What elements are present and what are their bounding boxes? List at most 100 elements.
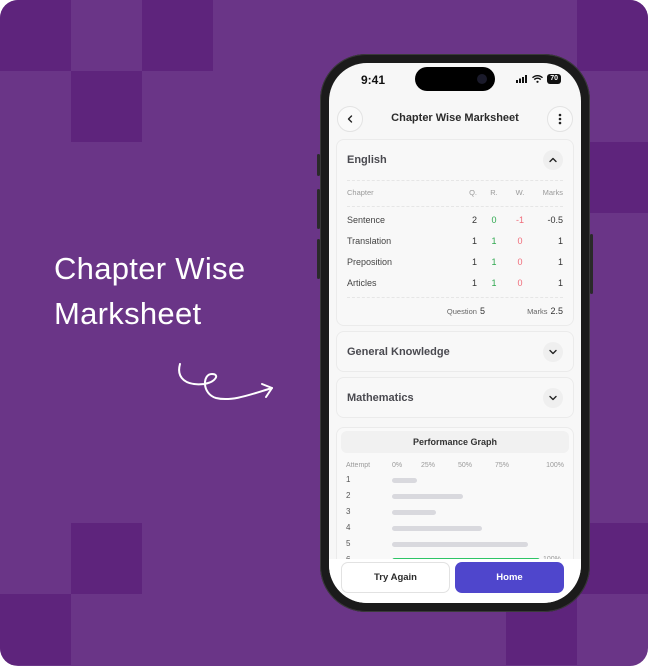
bg-square — [0, 0, 71, 71]
right-count: 1 — [491, 278, 497, 288]
questions-count: 1 — [471, 236, 477, 246]
right-count: 0 — [491, 215, 497, 225]
table-row: Articles 1 1 0 1 — [347, 278, 563, 292]
home-button[interactable]: Home — [455, 562, 564, 593]
subject-card-mathematics[interactable]: Mathematics — [336, 377, 574, 418]
col-w: W. — [515, 188, 525, 197]
axis-tick-label: 50% — [458, 462, 473, 469]
attempt-header: Attempt — [346, 462, 371, 469]
table-header: Chapter Q. R. W. Marks — [347, 188, 563, 202]
total-questions-label: Question — [446, 307, 477, 316]
subject-title: General Knowledge — [347, 346, 450, 358]
attempt-bar — [392, 510, 437, 515]
marks-value: 1 — [557, 257, 563, 267]
subject-title: English — [347, 154, 387, 166]
wrong-count: 0 — [517, 257, 523, 267]
table-row: Sentence 2 0 -1 -0.5 — [347, 215, 563, 229]
questions-count: 2 — [471, 215, 477, 225]
status-bar: 9:41 70 — [329, 63, 581, 99]
bg-square — [71, 71, 142, 142]
right-count: 1 — [491, 257, 497, 267]
marks-value: -0.5 — [547, 215, 563, 225]
bg-square — [577, 0, 648, 71]
bg-square — [71, 523, 142, 594]
subject-card-general-knowledge[interactable]: General Knowledge — [336, 331, 574, 372]
dynamic-island — [415, 67, 495, 91]
phone-side-button — [317, 154, 320, 176]
axis-tick-label: 100% — [546, 462, 564, 469]
phone-screen: 9:41 70 Chapter Wise Marksheet English C… — [329, 63, 581, 603]
questions-count: 1 — [471, 257, 477, 267]
wrong-count: -1 — [515, 215, 524, 225]
right-count: 1 — [491, 236, 497, 246]
attempt-label: 4 — [346, 523, 351, 532]
wifi-icon — [532, 75, 544, 83]
divider — [347, 206, 563, 207]
battery-icon: 70 — [547, 74, 561, 84]
axis-tick-label: 25% — [421, 462, 436, 469]
headline-line-1: Chapter Wise — [54, 251, 246, 286]
curly-arrow-icon — [178, 363, 273, 400]
chapter-name: Sentence — [347, 215, 386, 225]
divider — [347, 297, 563, 298]
promo-canvas: Chapter Wise Marksheet 9:41 70 Chapter W… — [0, 0, 648, 666]
axis-tick-label: 75% — [495, 462, 510, 469]
total-marks-value: 2.5 — [550, 306, 563, 316]
col-chapter: Chapter — [347, 188, 374, 197]
signal-icon — [516, 75, 528, 83]
bg-square — [142, 0, 213, 71]
phone-frame: 9:41 70 Chapter Wise Marksheet English C… — [317, 54, 593, 612]
attempt-label: 2 — [346, 491, 351, 500]
wrong-count: 0 — [517, 236, 523, 246]
attempt-label: 1 — [346, 475, 351, 484]
chapter-name: Preposition — [347, 257, 393, 267]
phone-side-button — [317, 189, 320, 229]
attempt-bar — [392, 494, 464, 499]
col-q: Q. — [469, 188, 477, 197]
wrong-count: 0 — [517, 278, 523, 288]
top-bar: Chapter Wise Marksheet — [329, 99, 581, 139]
expand-button[interactable] — [543, 388, 563, 408]
chevron-down-icon — [549, 349, 557, 355]
bottom-actions: Try Again Home — [329, 559, 581, 603]
col-r: R. — [490, 188, 498, 197]
collapse-button[interactable] — [543, 150, 563, 170]
chapter-name: Articles — [347, 278, 377, 288]
total-marks-label: Marks — [527, 307, 548, 316]
bg-square — [0, 594, 71, 665]
subject-header[interactable]: Mathematics — [337, 378, 573, 418]
page-title: Chapter Wise Marksheet — [391, 112, 519, 124]
attempt-bar — [392, 542, 529, 547]
chevron-up-icon — [549, 157, 557, 163]
promo-headline: Chapter Wise Marksheet — [54, 246, 245, 336]
axis-tick-label: 0% — [392, 462, 403, 469]
expand-button[interactable] — [543, 342, 563, 362]
try-again-button[interactable]: Try Again — [341, 562, 450, 593]
table-row: Translation 1 1 0 1 — [347, 236, 563, 250]
performance-graph: Performance Graph Attempt 0% 25% 50% 75% 100… — [336, 427, 574, 567]
total-questions-value: 5 — [479, 306, 485, 316]
attempt-label: 5 — [346, 539, 351, 548]
subject-header[interactable]: General Knowledge — [337, 332, 573, 372]
attempt-bar — [392, 478, 418, 483]
marks-value: 1 — [557, 236, 563, 246]
status-icons: 70 — [516, 74, 561, 84]
subject-header[interactable]: English — [337, 140, 573, 180]
more-vertical-icon — [558, 113, 562, 125]
attempt-label: 3 — [346, 507, 351, 516]
subject-totals: Question 5 Marks 2.5 — [447, 306, 563, 316]
table-row: Preposition 1 1 0 1 — [347, 257, 563, 271]
phone-side-button — [317, 239, 320, 279]
more-options-button[interactable] — [547, 106, 573, 132]
chevron-down-icon — [549, 395, 557, 401]
chapter-name: Translation — [347, 236, 392, 246]
subject-title: Mathematics — [347, 392, 414, 404]
marks-value: 1 — [557, 278, 563, 288]
graph-title: Performance Graph — [341, 431, 569, 453]
questions-count: 1 — [471, 278, 477, 288]
col-marks: Marks — [542, 188, 563, 197]
phone-side-button — [590, 234, 593, 294]
subject-card-english: English Chapter Q. R. W. Marks Sentence … — [336, 139, 574, 326]
divider — [347, 180, 563, 181]
status-time: 9:41 — [361, 73, 386, 87]
